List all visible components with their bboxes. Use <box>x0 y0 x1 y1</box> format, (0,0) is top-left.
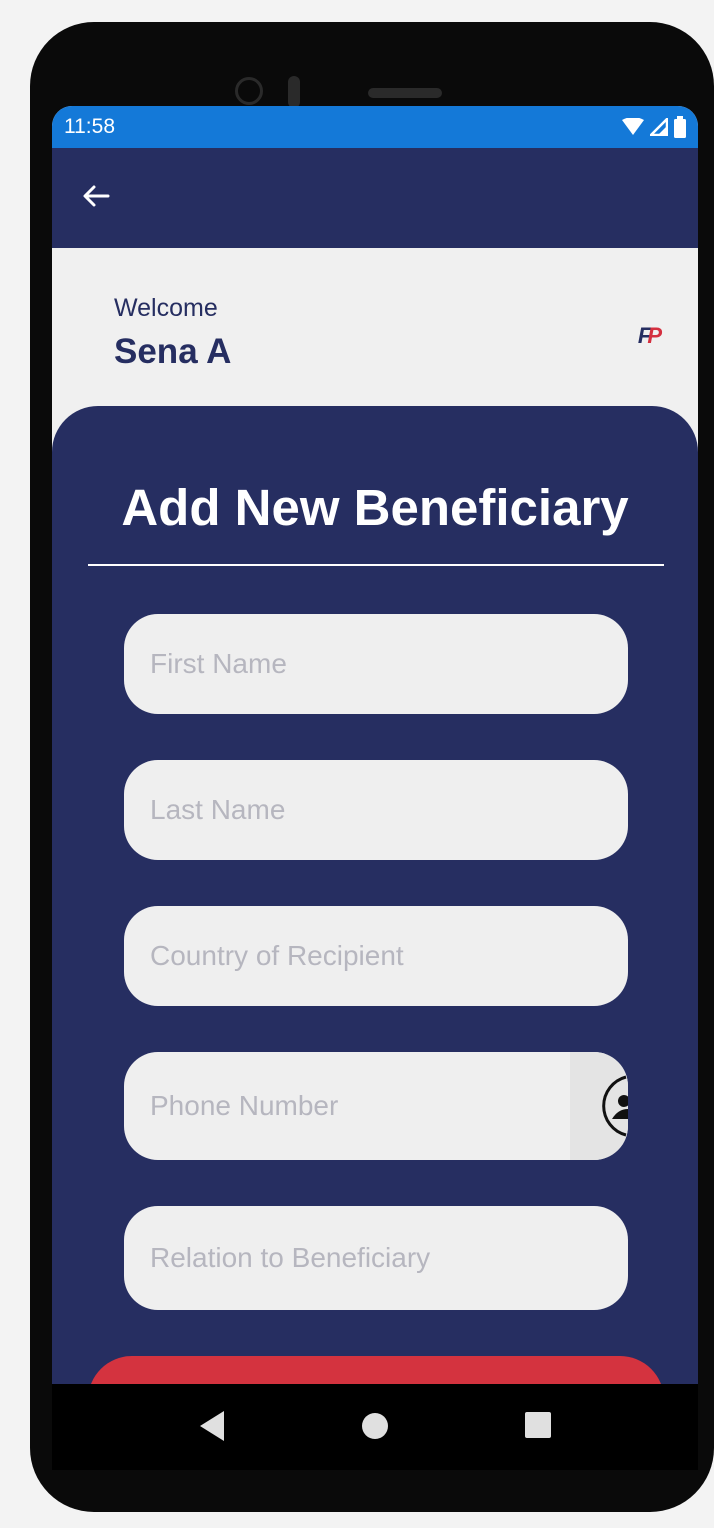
last-name-field[interactable] <box>124 760 628 860</box>
phone-number-field[interactable] <box>124 1052 628 1160</box>
status-time: 11:58 <box>64 115 115 138</box>
status-bar: 11:58 <box>52 106 698 148</box>
title-divider <box>88 564 664 566</box>
logo-letter-f: F <box>637 323 652 348</box>
user-name: Sena A <box>114 332 232 371</box>
camera-icon <box>235 77 263 105</box>
nav-home-button[interactable] <box>361 1408 389 1449</box>
beneficiary-form-card: Add New Beneficiary <box>52 406 698 1470</box>
phone-number-input[interactable] <box>124 1052 628 1160</box>
contact-picker-icon <box>602 1075 628 1137</box>
welcome-label: Welcome <box>114 294 218 322</box>
brand-logo: FP <box>637 323 662 349</box>
first-name-input[interactable] <box>124 614 628 714</box>
app-bar <box>52 148 698 248</box>
nav-back-button[interactable] <box>198 1408 226 1449</box>
recents-square-icon <box>525 1412 551 1438</box>
country-of-recipient-field[interactable] <box>124 906 628 1006</box>
back-button[interactable] <box>80 180 120 216</box>
home-circle-icon <box>362 1413 388 1439</box>
contact-picker-button[interactable] <box>570 1052 628 1160</box>
logo-letter-p: P <box>647 323 662 348</box>
last-name-input[interactable] <box>124 760 628 860</box>
country-of-recipient-input[interactable] <box>124 906 628 1006</box>
first-name-field[interactable] <box>124 614 628 714</box>
speaker-grille <box>368 88 442 98</box>
signal-icon <box>650 118 668 136</box>
device-screen: 11:58 Welcome Sena A FP Add New Benefici… <box>52 106 698 1470</box>
relation-to-beneficiary-input[interactable] <box>124 1206 628 1310</box>
status-icons <box>622 115 686 139</box>
sensor-icon <box>288 76 300 108</box>
arrow-left-icon <box>83 185 110 207</box>
back-triangle-icon <box>200 1411 224 1441</box>
relation-to-beneficiary-field[interactable] <box>124 1206 628 1310</box>
welcome-header: Welcome Sena A FP <box>52 248 698 418</box>
page-title: Add New Beneficiary <box>121 479 629 536</box>
wifi-icon <box>622 118 644 135</box>
system-nav-bar <box>52 1384 698 1470</box>
nav-recents-button[interactable] <box>524 1408 552 1449</box>
battery-icon <box>674 116 686 138</box>
